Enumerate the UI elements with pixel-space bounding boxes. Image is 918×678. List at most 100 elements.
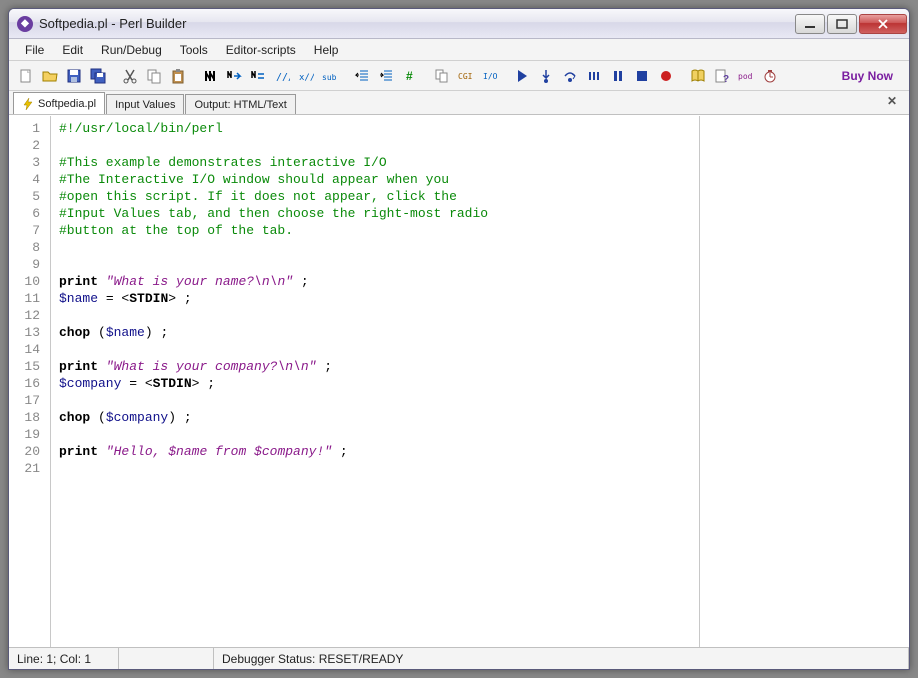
code-line[interactable] [59,341,691,358]
replace-icon[interactable] [247,65,269,87]
line-number-gutter: 123456789101112131415161718192021 [9,116,51,647]
line-number: 6 [9,205,50,222]
toolbar: /// x// sub # CGI I/O? pod Buy Now [9,61,909,91]
code-line[interactable]: #This example demonstrates interactive I… [59,154,691,171]
line-number: 8 [9,239,50,256]
app-window: ◆ Softpedia.pl - Perl Builder File Edit … [8,8,910,670]
code-line[interactable]: #button at the top of the tab. [59,222,691,239]
code-line[interactable] [59,239,691,256]
code-line[interactable]: #open this script. If it does not appear… [59,188,691,205]
tab-script[interactable]: Softpedia.pl [13,92,105,114]
cgi-icon[interactable]: CGI [455,65,477,87]
io-icon[interactable]: I/O [479,65,501,87]
menu-edit[interactable]: Edit [54,41,91,59]
multi-doc-icon[interactable] [431,65,453,87]
comment-icon[interactable]: /// [271,65,293,87]
code-line[interactable] [59,426,691,443]
line-number: 11 [9,290,50,307]
uncomment-icon[interactable]: x// [295,65,317,87]
menu-run-debug[interactable]: Run/Debug [93,41,170,59]
code-editor[interactable]: #!/usr/local/bin/perl #This example demon… [51,116,699,647]
code-line[interactable] [59,392,691,409]
code-line[interactable]: print "What is your company?\n\n" ; [59,358,691,375]
line-number: 18 [9,409,50,426]
pod-icon[interactable]: pod [735,65,757,87]
status-debugger: Debugger Status: RESET/READY [214,648,909,669]
open-folder-icon[interactable] [39,65,61,87]
code-line[interactable] [59,137,691,154]
svg-text:?: ? [723,74,729,84]
buy-now-link[interactable]: Buy Now [832,69,903,83]
line-number: 12 [9,307,50,324]
status-position: Line: 1; Col: 1 [9,648,119,669]
context-help-icon[interactable]: ? [711,65,733,87]
code-line[interactable]: #!/usr/local/bin/perl [59,120,691,137]
save-icon[interactable] [63,65,85,87]
window-title: Softpedia.pl - Perl Builder [39,16,795,31]
minimize-button[interactable] [795,14,825,34]
maximize-button[interactable] [827,14,857,34]
sub-icon[interactable]: sub [319,65,341,87]
editor-area: 123456789101112131415161718192021 #!/usr… [9,115,909,647]
code-line[interactable]: print "Hello, $name from $company!" ; [59,443,691,460]
tab-input-values[interactable]: Input Values [106,94,184,114]
svg-text:I/O: I/O [483,72,498,81]
find-next-icon[interactable] [223,65,245,87]
menu-help[interactable]: Help [306,41,347,59]
svg-text:CGI: CGI [458,72,473,81]
run-icon[interactable] [511,65,533,87]
close-button[interactable] [859,14,907,34]
line-number: 21 [9,460,50,477]
svg-text:x//: x// [299,73,314,83]
code-line[interactable] [59,307,691,324]
save-all-icon[interactable] [87,65,109,87]
menu-file[interactable]: File [17,41,52,59]
code-line[interactable]: $name = <STDIN> ; [59,290,691,307]
status-blank [119,648,214,669]
code-line[interactable] [59,460,691,477]
code-line[interactable] [59,256,691,273]
record-icon[interactable] [655,65,677,87]
statusbar: Line: 1; Col: 1 Debugger Status: RESET/R… [9,647,909,669]
line-number: 17 [9,392,50,409]
step-out-icon[interactable] [583,65,605,87]
find-icon[interactable] [199,65,221,87]
app-icon: ◆ [17,16,33,32]
step-over-icon[interactable] [559,65,581,87]
indent-icon[interactable] [375,65,397,87]
menu-editor-scripts[interactable]: Editor-scripts [218,41,304,59]
line-number: 13 [9,324,50,341]
window-controls [795,14,907,34]
tab-close-icon[interactable]: ✕ [887,94,903,110]
tab-label: Softpedia.pl [38,98,96,110]
line-number: 7 [9,222,50,239]
outdent-icon[interactable] [351,65,373,87]
help-book-icon[interactable] [687,65,709,87]
line-number: 3 [9,154,50,171]
copy-icon[interactable] [143,65,165,87]
menubar: File Edit Run/Debug Tools Editor-scripts… [9,39,909,61]
menu-tools[interactable]: Tools [172,41,216,59]
line-number: 9 [9,256,50,273]
line-number: 14 [9,341,50,358]
code-line[interactable]: #The Interactive I/O window should appea… [59,171,691,188]
paste-icon[interactable] [167,65,189,87]
line-number: 4 [9,171,50,188]
lightning-icon [22,98,34,110]
code-line[interactable]: chop ($name) ; [59,324,691,341]
code-line[interactable]: $company = <STDIN> ; [59,375,691,392]
code-line[interactable]: #Input Values tab, and then choose the r… [59,205,691,222]
bookmark-icon[interactable]: # [399,65,421,87]
tab-output[interactable]: Output: HTML/Text [185,94,295,114]
step-into-icon[interactable] [535,65,557,87]
code-line[interactable]: print "What is your name?\n\n" ; [59,273,691,290]
timer-icon[interactable] [759,65,781,87]
code-line[interactable]: chop ($company) ; [59,409,691,426]
titlebar[interactable]: ◆ Softpedia.pl - Perl Builder [9,9,909,39]
stop-icon[interactable] [631,65,653,87]
pause-icon[interactable] [607,65,629,87]
line-number: 15 [9,358,50,375]
cut-icon[interactable] [119,65,141,87]
new-file-icon[interactable] [15,65,37,87]
line-number: 5 [9,188,50,205]
